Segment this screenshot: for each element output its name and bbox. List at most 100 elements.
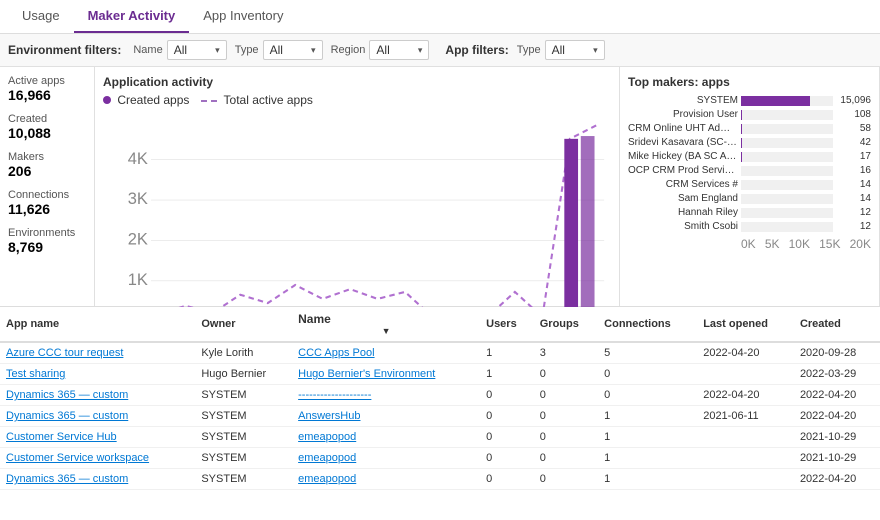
created-cell: 2021-10-29 xyxy=(794,448,880,469)
users-cell: 0 xyxy=(480,385,534,406)
type-filter-group: Type All ▾ xyxy=(235,40,323,60)
maker-row: CRM Services # 14 xyxy=(628,179,871,190)
name-cell[interactable]: AnswersHub xyxy=(292,406,480,427)
stat-active-apps-label: Active apps xyxy=(8,75,86,87)
chart-title: Application activity xyxy=(103,75,611,89)
maker-bar-container xyxy=(741,124,833,134)
region-filter-select[interactable]: All ▾ xyxy=(369,40,429,60)
chart-legend: Created apps Total active apps xyxy=(103,93,611,107)
chart-container: 0K 1K 2K 3K 4K xyxy=(103,111,611,334)
maker-row: SYSTEM 15,096 xyxy=(628,95,871,106)
name-filter-value: All xyxy=(174,43,187,57)
stat-environments-value: 8,769 xyxy=(8,239,86,255)
table-row: Dynamics 365 — custom SYSTEM -----------… xyxy=(0,385,880,406)
groups-cell: 0 xyxy=(534,448,598,469)
tab-app-inventory[interactable]: App Inventory xyxy=(189,0,297,33)
name-filter-select[interactable]: All ▾ xyxy=(167,40,227,60)
maker-bar-container xyxy=(741,152,833,162)
col-created: Created xyxy=(794,307,880,342)
app-filters-group: App filters: Type All ▾ xyxy=(445,40,604,60)
name-cell[interactable]: Hugo Bernier's Environment xyxy=(292,364,480,385)
main-layout: Usage Maker Activity App Inventory Envir… xyxy=(0,0,880,520)
app-type-filter-select[interactable]: All ▾ xyxy=(545,40,605,60)
last-opened-cell: 2022-04-20 xyxy=(697,385,794,406)
svg-text:3K: 3K xyxy=(128,189,148,208)
legend-total-apps-label: Total active apps xyxy=(224,93,313,107)
top-makers-panel: Top makers: apps SYSTEM 15,096 Provision… xyxy=(620,67,880,306)
app-name-cell[interactable]: Dynamics 365 — custom xyxy=(0,385,195,406)
maker-name: Mike Hickey (BA SC ALT) xyxy=(628,151,738,162)
maker-row: Mike Hickey (BA SC ALT) 17 xyxy=(628,151,871,162)
svg-text:2K: 2K xyxy=(128,230,148,249)
table-section[interactable]: App name Owner Name ▼ Users Groups Conne… xyxy=(0,307,880,520)
users-cell: 0 xyxy=(480,469,534,490)
app-type-filter-value: All xyxy=(552,43,565,57)
users-cell: 1 xyxy=(480,364,534,385)
name-cell[interactable]: CCC Apps Pool xyxy=(292,342,480,364)
maker-name: SYSTEM xyxy=(628,95,738,106)
groups-cell: 0 xyxy=(534,427,598,448)
col-last-opened: Last opened xyxy=(697,307,794,342)
table-header-row: App name Owner Name ▼ Users Groups Conne… xyxy=(0,307,880,342)
maker-name: OCP CRM Prod Service A... xyxy=(628,165,738,176)
owner-cell: SYSTEM xyxy=(195,385,292,406)
users-cell: 0 xyxy=(480,406,534,427)
name-cell[interactable]: emeapopod xyxy=(292,448,480,469)
created-cell: 2021-10-29 xyxy=(794,427,880,448)
stat-created-label: Created xyxy=(8,113,86,125)
axis-20k: 20K xyxy=(850,237,871,251)
maker-bar-container xyxy=(741,138,833,148)
name-cell[interactable]: emeapopod xyxy=(292,427,480,448)
region-filter-chevron: ▾ xyxy=(418,45,423,56)
last-opened-cell xyxy=(697,427,794,448)
stat-connections-label: Connections xyxy=(8,189,86,201)
app-type-filter-label: Type xyxy=(517,44,541,56)
maker-row: Sridevi Kasavara (SC-ALT) 42 xyxy=(628,137,871,148)
type-filter-select[interactable]: All ▾ xyxy=(263,40,323,60)
filter-bar: Environment filters: Name All ▾ Type All… xyxy=(0,34,880,67)
maker-value: 42 xyxy=(836,137,871,148)
table-row: Test sharing Hugo Bernier Hugo Bernier's… xyxy=(0,364,880,385)
maker-value: 108 xyxy=(836,109,871,120)
maker-name: Hannah Riley xyxy=(628,207,738,218)
stat-connections-value: 11,626 xyxy=(8,201,86,217)
env-filter-label: Environment filters: xyxy=(8,43,121,57)
name-cell[interactable]: -------------------- xyxy=(292,385,480,406)
maker-value: 16 xyxy=(836,165,871,176)
table-body: Azure CCC tour request Kyle Lorith CCC A… xyxy=(0,342,880,490)
sort-icon[interactable]: ▼ xyxy=(298,326,474,336)
owner-cell: SYSTEM xyxy=(195,469,292,490)
name-filter-label: Name xyxy=(133,44,162,56)
app-name-cell[interactable]: Dynamics 365 — custom xyxy=(0,469,195,490)
maker-bar-container xyxy=(741,222,833,232)
type-filter-value: All xyxy=(270,43,283,57)
connections-cell: 0 xyxy=(598,364,697,385)
last-opened-cell xyxy=(697,448,794,469)
table-row: Dynamics 365 — custom SYSTEM emeapopod 0… xyxy=(0,469,880,490)
table-row: Dynamics 365 — custom SYSTEM AnswersHub … xyxy=(0,406,880,427)
name-filter-group: Name All ▾ xyxy=(133,40,226,60)
connections-cell: 1 xyxy=(598,406,697,427)
maker-bar-container xyxy=(741,208,833,218)
app-name-cell[interactable]: Dynamics 365 — custom xyxy=(0,406,195,427)
created-cell: 2022-04-20 xyxy=(794,406,880,427)
stat-created-value: 10,088 xyxy=(8,125,86,141)
created-cell: 2022-03-29 xyxy=(794,364,880,385)
app-name-cell[interactable]: Azure CCC tour request xyxy=(0,342,195,364)
stat-created: Created 10,088 xyxy=(8,113,86,141)
connections-cell: 1 xyxy=(598,427,697,448)
app-name-cell[interactable]: Test sharing xyxy=(0,364,195,385)
owner-cell: Hugo Bernier xyxy=(195,364,292,385)
maker-bar-container xyxy=(741,194,833,204)
region-filter-group: Region All ▾ xyxy=(331,40,430,60)
tab-maker-activity[interactable]: Maker Activity xyxy=(74,0,190,33)
tab-usage[interactable]: Usage xyxy=(8,0,74,33)
maker-bar-container xyxy=(741,166,833,176)
app-name-cell[interactable]: Customer Service workspace xyxy=(0,448,195,469)
stat-active-apps: Active apps 16,966 xyxy=(8,75,86,103)
region-filter-value: All xyxy=(376,43,389,57)
maker-bar-container xyxy=(741,180,833,190)
name-cell[interactable]: emeapopod xyxy=(292,469,480,490)
legend-total-apps-dash xyxy=(201,100,217,102)
app-name-cell[interactable]: Customer Service Hub xyxy=(0,427,195,448)
